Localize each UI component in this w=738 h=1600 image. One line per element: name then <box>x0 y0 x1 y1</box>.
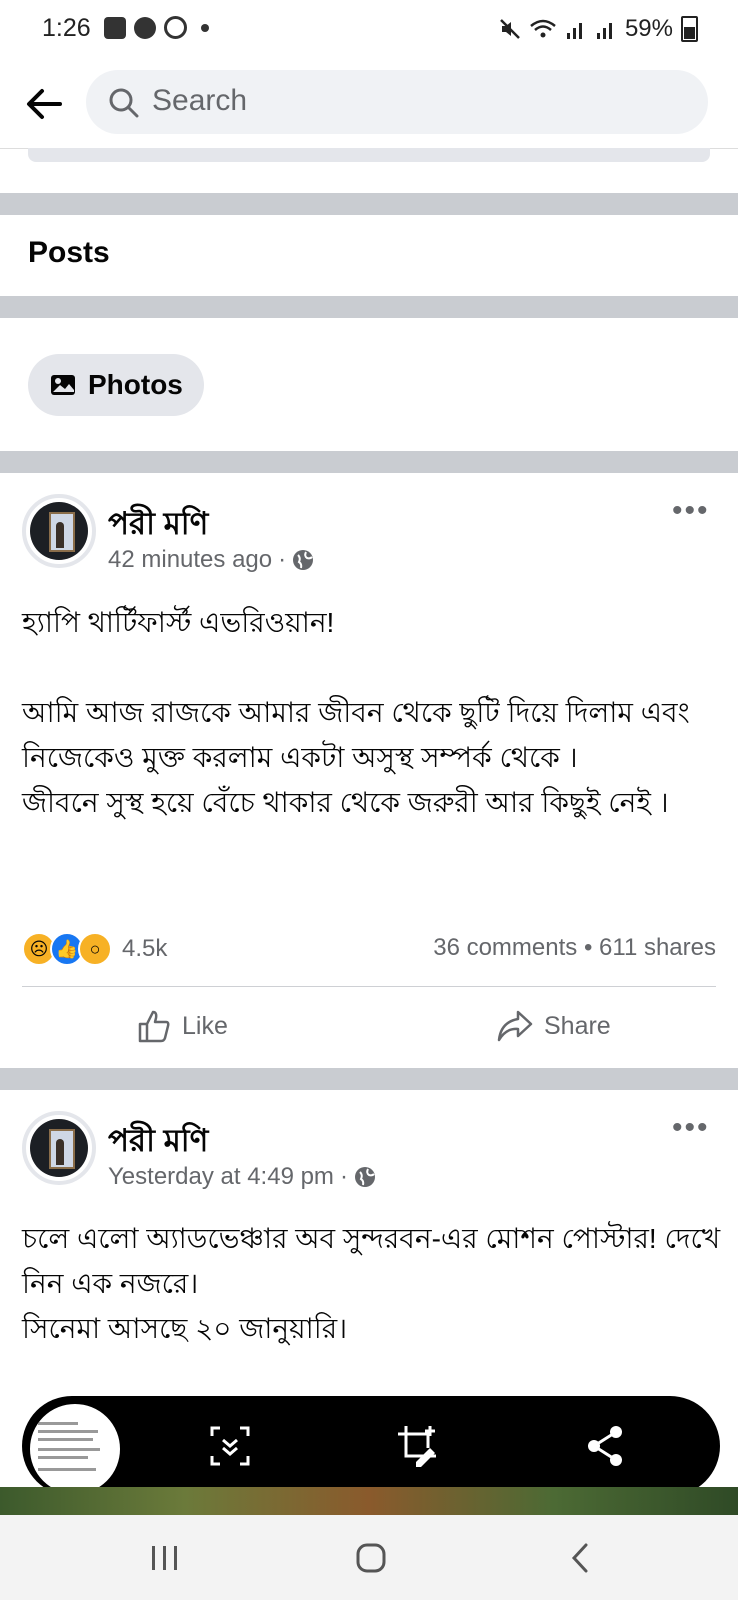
share-button[interactable]: Share <box>496 1008 611 1044</box>
photos-filter-chip[interactable]: Photos <box>28 354 204 416</box>
engagement-counts: 36 comments • 611 shares <box>433 934 716 962</box>
search-icon <box>109 88 139 118</box>
post-options-icon[interactable]: ••• <box>672 494 710 528</box>
like-button[interactable]: Like <box>136 1008 228 1044</box>
photos-chip-label: Photos <box>88 369 183 400</box>
battery-icon <box>681 16 698 42</box>
like-icon <box>138 1010 170 1043</box>
wifi-icon <box>530 19 556 38</box>
shares-count[interactable]: 611 shares <box>599 934 716 961</box>
crop-edit-icon[interactable] <box>394 1422 442 1470</box>
scroll-capture-icon[interactable] <box>206 1422 254 1470</box>
reaction-count: 4.5k <box>122 935 168 962</box>
notification-dot <box>201 23 209 32</box>
search-input[interactable]: Search <box>86 70 708 134</box>
post-time: Yesterday at 4:49 pm · <box>108 1163 376 1191</box>
wow-reaction-icon: ○ <box>78 932 112 966</box>
recent-apps-icon[interactable] <box>148 1543 182 1573</box>
reaction-summary[interactable]: ☹ 👍 ○ 4.5k <box>22 932 167 966</box>
divider <box>22 986 716 987</box>
comments-count[interactable]: 36 comments <box>433 934 577 961</box>
share-arrow-icon <box>497 1010 533 1042</box>
section-title: Posts <box>28 236 110 269</box>
mute-icon <box>500 19 520 39</box>
post-author[interactable]: পরী মণি <box>108 1117 208 1169</box>
battery-percent: 59% <box>624 15 673 42</box>
like-label: Like <box>182 1011 228 1040</box>
share-label: Share <box>544 1011 611 1040</box>
globe-icon <box>354 1167 375 1187</box>
status-bar: 1:26 59% <box>0 0 738 58</box>
photos-icon <box>51 375 75 395</box>
back-arrow-icon[interactable] <box>20 80 68 128</box>
previous-card-edge <box>28 148 710 162</box>
avatar[interactable] <box>22 1111 96 1185</box>
search-placeholder: Search <box>152 84 248 117</box>
screenshot-thumbnail[interactable] <box>26 1400 124 1498</box>
post-image-preview <box>0 1487 738 1515</box>
post-text: চলে এলো অ্যাডভেঞ্চার অব সুন্দরবন-এর মোশন… <box>22 1223 721 1344</box>
separator-dot: · <box>339 1163 348 1190</box>
post-options-icon[interactable]: ••• <box>672 1111 710 1145</box>
section-divider <box>0 193 738 215</box>
post-text: হ্যাপি থার্টিফার্স্ট এভরিওয়ান! আমি আজ র… <box>22 607 690 818</box>
post-time: 42 minutes ago · <box>108 546 314 574</box>
signal-icon <box>596 23 612 39</box>
navigation-bar <box>0 1515 738 1600</box>
home-icon[interactable] <box>354 1541 388 1575</box>
gallery-icon <box>104 16 126 39</box>
signal-icon <box>566 23 582 39</box>
share-icon[interactable] <box>582 1422 630 1470</box>
post-timestamp[interactable]: 42 minutes ago <box>108 546 272 574</box>
separator-dot: • <box>583 934 600 961</box>
section-divider <box>0 451 738 473</box>
screenshot-toolbar <box>22 1396 720 1498</box>
search-header: Search <box>0 58 738 149</box>
section-divider <box>0 296 738 318</box>
avatar[interactable] <box>22 494 96 568</box>
whatsapp-icon <box>164 16 187 39</box>
post-timestamp[interactable]: Yesterday at 4:49 pm <box>108 1163 334 1191</box>
back-icon[interactable] <box>566 1541 596 1575</box>
status-time: 1:26 <box>42 14 91 42</box>
facebook-icon <box>134 16 156 39</box>
separator-dot: · <box>278 546 287 573</box>
section-divider <box>0 1068 738 1090</box>
globe-icon <box>293 550 314 570</box>
post-author[interactable]: পরী মণি <box>108 500 208 552</box>
